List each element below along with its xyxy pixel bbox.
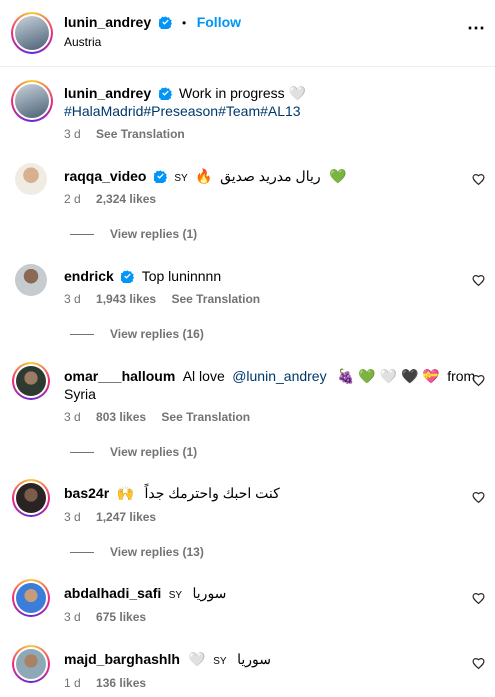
- comment-see-translation[interactable]: See Translation: [161, 410, 250, 424]
- view-replies-button[interactable]: View replies (16): [70, 327, 204, 341]
- header-avatar-ring[interactable]: [11, 12, 53, 54]
- comment-emoji: 🔥: [195, 168, 213, 184]
- comment-see-translation[interactable]: See Translation: [171, 292, 260, 306]
- comment-likes[interactable]: 675 likes: [96, 610, 146, 624]
- comment-time[interactable]: 3 d: [64, 410, 81, 424]
- comment-emoji: 🙌: [116, 485, 135, 501]
- comment-emoji: 🍇 💚 🤍 🖤 💝: [337, 368, 440, 384]
- comment-avatar: [16, 483, 46, 513]
- comment-avatar-ring[interactable]: [12, 479, 50, 517]
- caption-time[interactable]: 3 d: [64, 127, 81, 141]
- caption-text: Work in progress 🤍: [179, 85, 306, 101]
- comment-username[interactable]: endrick: [64, 268, 114, 284]
- header-username[interactable]: lunin_andrey: [64, 14, 151, 30]
- replies-line: [70, 234, 94, 236]
- comment-time[interactable]: 3 d: [64, 510, 81, 524]
- follow-button[interactable]: Follow: [197, 14, 241, 30]
- comment-time[interactable]: 2 d: [64, 192, 81, 206]
- comment-likes[interactable]: 1,247 likes: [96, 510, 156, 524]
- replies-line: [70, 552, 94, 554]
- view-replies-button[interactable]: View replies (13): [70, 545, 204, 559]
- comment-avatar[interactable]: [15, 264, 47, 296]
- heart-icon[interactable]: [472, 491, 485, 504]
- comment-likes[interactable]: 136 likes: [96, 676, 146, 690]
- verified-badge-icon: [121, 270, 135, 283]
- comment-text: ريال مدريد صديق: [220, 168, 321, 184]
- comment-emoji-2: 💚: [329, 168, 347, 184]
- comment-likes[interactable]: 2,324 likes: [96, 192, 156, 206]
- country-code: SY: [174, 173, 188, 184]
- view-replies-label: View replies (1): [110, 227, 198, 241]
- comment-text: سوريا: [192, 585, 227, 601]
- comment-username[interactable]: omar___halloum: [64, 368, 175, 384]
- view-replies-label: View replies (13): [110, 545, 204, 559]
- header-avatar: [15, 16, 49, 50]
- header-separator: •: [182, 16, 187, 30]
- comment-likes[interactable]: 803 likes: [96, 410, 146, 424]
- caption-avatar: [15, 84, 49, 118]
- comment-avatar-ring[interactable]: [12, 362, 50, 400]
- comment-avatar[interactable]: [15, 163, 47, 195]
- heart-icon[interactable]: [472, 274, 485, 287]
- caption-avatar-ring[interactable]: [11, 80, 53, 122]
- comment-avatar: [16, 649, 46, 679]
- comment-text: Al love: [182, 368, 225, 384]
- comment-username[interactable]: bas24r: [64, 485, 109, 501]
- verified-badge-icon: [158, 87, 172, 100]
- country-code: SY: [168, 590, 183, 601]
- caption-see-translation[interactable]: See Translation: [96, 127, 185, 141]
- view-replies-button[interactable]: View replies (1): [70, 445, 197, 459]
- comment-text: سوريا: [237, 651, 271, 667]
- comment-emoji: 🤍: [188, 651, 206, 667]
- comment-avatar: [16, 583, 46, 613]
- more-options-icon[interactable]: ⋯: [467, 18, 485, 39]
- comment-username[interactable]: majd_barghashlh: [64, 651, 180, 667]
- replies-line: [70, 334, 94, 336]
- comment-avatar: [16, 366, 46, 396]
- comment-mention[interactable]: @lunin_andrey: [232, 368, 326, 384]
- heart-icon[interactable]: [472, 374, 485, 387]
- comment-username[interactable]: abdalhadi_safi: [64, 585, 161, 601]
- view-replies-label: View replies (1): [110, 445, 198, 459]
- heart-icon[interactable]: [472, 592, 485, 605]
- comment-time[interactable]: 3 d: [64, 610, 81, 624]
- view-replies-label: View replies (16): [110, 327, 204, 341]
- caption-username[interactable]: lunin_andrey: [64, 85, 151, 101]
- caption-hashtags[interactable]: #HalaMadrid#Preseason#Team#AL13: [64, 103, 301, 119]
- header-location[interactable]: Austria: [64, 35, 101, 49]
- comment-text: Top luninnnn: [141, 268, 222, 284]
- comment-avatar-ring[interactable]: [12, 579, 50, 617]
- comment-avatar-ring[interactable]: [12, 645, 50, 683]
- verified-badge-icon: [153, 170, 167, 183]
- comment-time[interactable]: 1 d: [64, 676, 81, 690]
- view-replies-button[interactable]: View replies (1): [70, 227, 197, 241]
- comment-username[interactable]: raqqa_video: [64, 168, 146, 184]
- verified-badge-icon: [158, 16, 172, 29]
- heart-icon[interactable]: [472, 657, 485, 670]
- header-divider: [0, 66, 495, 67]
- comment-likes[interactable]: 1,943 likes: [96, 292, 156, 306]
- comment-time[interactable]: 3 d: [64, 292, 81, 306]
- comment-text: كنت احبك واحترمك جداً: [144, 485, 280, 501]
- heart-icon[interactable]: [472, 173, 485, 186]
- country-code: SY: [213, 656, 227, 667]
- comment-text-line-2: Syria: [64, 386, 96, 402]
- replies-line: [70, 452, 94, 454]
